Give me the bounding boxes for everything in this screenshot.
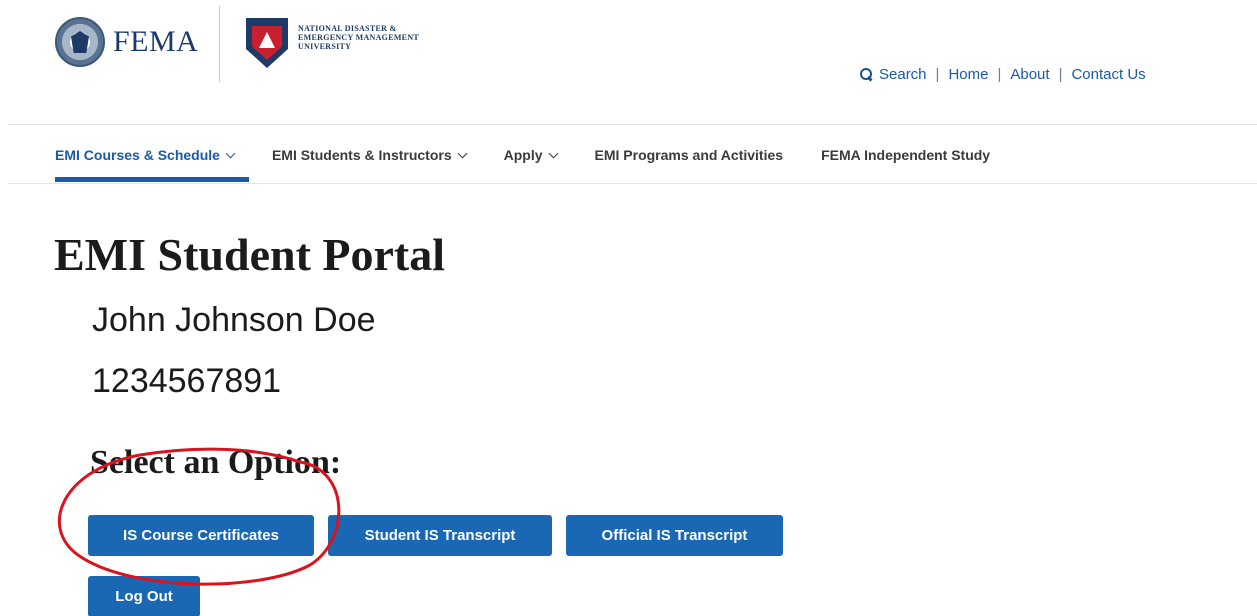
header-divider [8,124,1257,125]
chevron-down-icon [548,148,558,158]
nde-shield-icon [246,18,288,68]
nav-emi-students-instructors[interactable]: EMI Students & Instructors [272,145,468,165]
contact-us-link[interactable]: Contact Us [1071,66,1145,83]
log-out-button[interactable]: Log Out [88,576,200,616]
active-nav-indicator [55,177,249,182]
utility-nav: Search | Home | About | Contact Us [860,66,1146,83]
nav-fema-independent-study[interactable]: FEMA Independent Study [821,145,990,165]
util-separator: | [935,66,940,83]
nav-emi-courses-schedule[interactable]: EMI Courses & Schedule [55,145,236,165]
main-nav: EMI Courses & Schedule EMI Students & In… [55,145,1028,165]
official-is-transcript-button[interactable]: Official IS Transcript [566,515,783,556]
nav-apply[interactable]: Apply [504,145,558,165]
chevron-down-icon [225,148,236,158]
about-link[interactable]: About [1010,66,1049,83]
page-title: EMI Student Portal [54,229,445,280]
nde-logo[interactable]: NATIONAL DISASTER & EMERGENCY MANAGEMENT… [246,18,419,68]
chevron-down-icon [457,148,468,158]
dhs-seal-icon [55,17,105,67]
student-name: John Johnson Doe [92,301,376,339]
search-icon[interactable] [860,68,873,81]
student-is-transcript-button[interactable]: Student IS Transcript [328,515,552,556]
util-separator: | [997,66,1002,83]
site-header: FEMA NATIONAL DISASTER & EMERGENCY MANAG… [0,0,1257,122]
student-id: 1234567891 [92,362,282,400]
nde-wordmark: NATIONAL DISASTER & EMERGENCY MANAGEMENT… [298,24,420,51]
nav-divider [8,183,1257,184]
fema-wordmark: FEMA [113,25,199,58]
util-separator: | [1058,66,1063,83]
select-option-heading: Select an Option: [90,444,342,481]
nav-emi-programs-activities[interactable]: EMI Programs and Activities [595,145,784,165]
is-course-certificates-button[interactable]: IS Course Certificates [88,515,314,556]
home-link[interactable]: Home [948,66,988,83]
fema-logo[interactable]: FEMA [55,17,198,67]
search-link[interactable]: Search [879,66,927,83]
logo-divider [219,6,220,82]
